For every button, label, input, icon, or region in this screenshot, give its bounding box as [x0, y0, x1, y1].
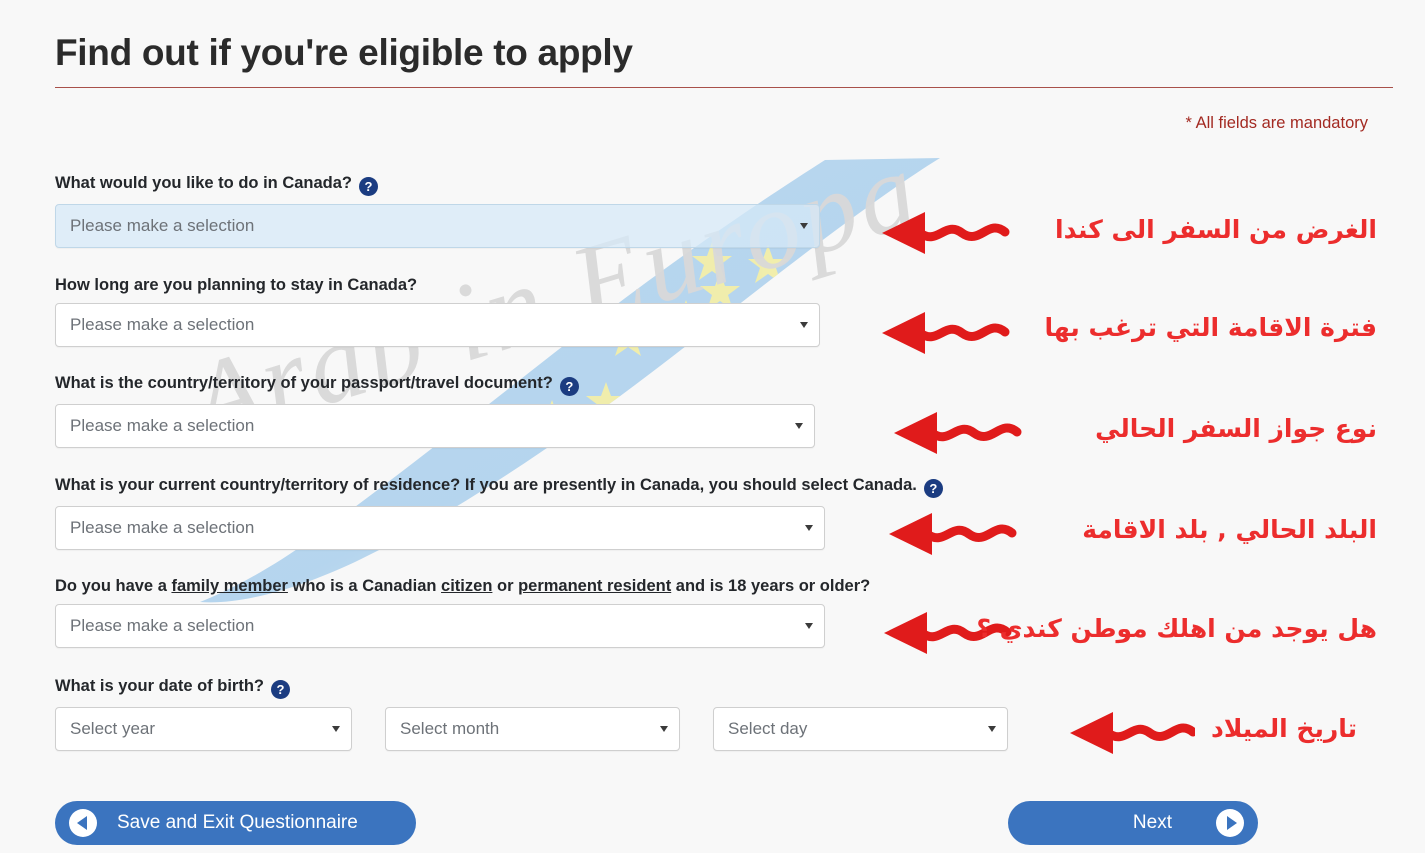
title-divider — [55, 87, 1393, 88]
page-title: Find out if you're eligible to apply — [55, 32, 633, 73]
question-mark-icon[interactable]: ? — [271, 680, 290, 699]
chevron-down-icon — [805, 623, 813, 629]
annotation-note-duration: فترة الاقامة التي ترغب بها — [1044, 313, 1378, 342]
question-mark-icon[interactable]: ? — [923, 479, 943, 498]
field-purpose: What would you like to do in Canada?? Pl… — [55, 173, 820, 248]
field-passport-country-label: What is the country/territory of your pa… — [55, 373, 815, 396]
select-duration-value: Please make a selection — [70, 315, 255, 334]
select-family-member-value: Please make a selection — [70, 616, 255, 635]
select-birth-year-value: Select year — [70, 719, 156, 738]
select-passport-country-value: Please make a selection — [70, 416, 255, 435]
field-date-of-birth-label-text: What is your date of birth? — [55, 677, 264, 695]
save-and-exit-button[interactable]: Save and Exit Questionnaire — [55, 801, 416, 845]
dob-select-row: Select year Select month Select day — [55, 699, 1015, 751]
mandatory-fields-note: * All fields are mandatory — [1185, 114, 1368, 132]
annotation-note-residence: البلد الحالي , بلد الاقامة — [1082, 515, 1377, 544]
chevron-down-icon — [795, 423, 803, 429]
citizen-link[interactable]: citizen — [441, 577, 492, 595]
family-member-link[interactable]: family member — [171, 577, 287, 595]
field-passport-country-label-text: What is the country/territory of your pa… — [55, 374, 553, 392]
label-seg-2: who is a Canadian — [287, 577, 442, 595]
chevron-down-icon — [332, 726, 340, 732]
chevron-down-icon — [800, 223, 808, 229]
annotation-arrow-purpose — [882, 212, 1010, 254]
select-duration[interactable]: Please make a selection — [55, 303, 820, 347]
annotation-arrow-residence — [889, 513, 1017, 555]
field-residence-country: What is your current country/territory o… — [55, 475, 943, 550]
field-duration-label: How long are you planning to stay in Can… — [55, 276, 418, 294]
field-date-of-birth-label: What is your date of birth?? — [55, 676, 1015, 699]
next-button[interactable]: Next — [1008, 801, 1258, 845]
field-passport-country: What is the country/territory of your pa… — [55, 373, 815, 448]
label-seg-0: Do you have a — [55, 577, 172, 595]
select-birth-day[interactable]: Select day — [713, 707, 1008, 751]
question-mark-icon[interactable]: ? — [559, 377, 579, 396]
select-purpose[interactable]: Please make a selection — [55, 204, 820, 248]
next-button-label: Next — [1132, 812, 1172, 833]
select-birth-month[interactable]: Select month — [385, 707, 680, 751]
field-family-member: Do you have a family member who is a Can… — [55, 576, 870, 648]
annotation-arrow-passport — [894, 412, 1022, 454]
permanent-resident-link[interactable]: permanent resident — [518, 577, 671, 595]
annotation-arrow-dob — [1070, 712, 1195, 754]
select-birth-day-value: Select day — [728, 719, 808, 738]
field-date-of-birth: What is your date of birth?? Select year… — [55, 676, 1015, 751]
field-family-member-label: Do you have a family member who is a Can… — [55, 576, 870, 596]
field-purpose-label: What would you like to do in Canada?? — [55, 173, 820, 196]
annotation-note-purpose: الغرض من السفر الى كندا — [1055, 215, 1377, 244]
question-mark-icon[interactable]: ? — [359, 177, 378, 196]
save-and-exit-button-label: Save and Exit Questionnaire — [117, 812, 358, 833]
select-passport-country[interactable]: Please make a selection — [55, 404, 815, 448]
select-purpose-value: Please make a selection — [70, 216, 255, 235]
chevron-down-icon — [805, 525, 813, 531]
chevron-down-icon — [800, 322, 808, 328]
chevron-down-icon — [988, 726, 996, 732]
field-residence-country-label: What is your current country/territory o… — [55, 475, 943, 498]
select-birth-month-value: Select month — [400, 719, 500, 738]
select-family-member[interactable]: Please make a selection — [55, 604, 825, 648]
select-residence-country[interactable]: Please make a selection — [55, 506, 825, 550]
field-purpose-label-text: What would you like to do in Canada? — [55, 174, 352, 192]
annotation-note-dob: تاريخ الميلاد — [1210, 714, 1357, 743]
annotation-note-passport: نوع جواز السفر الحالي — [1095, 414, 1377, 443]
field-residence-country-label-text: What is your current country/territory o… — [55, 476, 917, 494]
chevron-down-icon — [660, 726, 668, 732]
annotation-note-family: هل يوجد من اهلك موطن كندي ؟ — [976, 614, 1377, 643]
annotation-arrow-duration — [882, 312, 1010, 354]
label-seg-6: and is 18 years or older? — [671, 577, 871, 595]
back-arrow-icon — [69, 809, 97, 837]
field-duration: How long are you planning to stay in Can… — [55, 275, 820, 347]
forward-arrow-icon — [1216, 809, 1244, 837]
select-residence-country-value: Please make a selection — [70, 518, 255, 537]
eligibility-questionnaire-page: Arab in Europa Find out if you're eligib… — [0, 0, 1425, 853]
label-seg-4: or — [492, 577, 519, 595]
select-birth-year[interactable]: Select year — [55, 707, 352, 751]
